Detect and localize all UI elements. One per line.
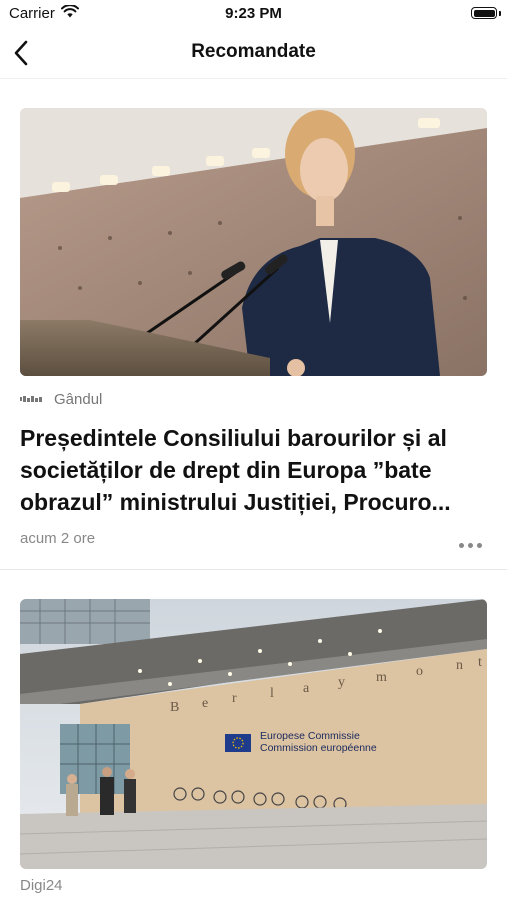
article-feed[interactable]: Gândul Președintele Consiliului barouril… [0, 79, 507, 894]
article-time: acum 2 ore [20, 530, 96, 547]
page-title: Recomandate [191, 41, 316, 62]
nav-bar: Recomandate [0, 28, 507, 79]
svg-text:l: l [270, 686, 274, 701]
svg-text:r: r [232, 691, 237, 706]
svg-text:y: y [338, 675, 345, 690]
svg-text:e: e [202, 696, 208, 711]
status-bar: Carrier 9:23 PM [0, 0, 507, 28]
svg-text:o: o [416, 664, 423, 679]
more-options-button[interactable] [459, 540, 485, 550]
ellipsis-icon [459, 542, 464, 548]
article-card[interactable]: Be r l a y m o n t Europese Commissie Commiss… [0, 570, 507, 894]
source-name: Digi24 [20, 877, 63, 894]
svg-text:n: n [456, 658, 463, 673]
battery-icon [471, 7, 497, 19]
status-time: 9:23 PM [225, 5, 282, 22]
svg-text:B: B [170, 700, 179, 715]
svg-text:m: m [376, 670, 387, 685]
article-image[interactable]: Be r l a y m o n t Europese Commissie Commiss… [20, 599, 487, 869]
svg-text:t: t [478, 655, 482, 670]
meta-row: acum 2 ore [20, 528, 487, 558]
source-row: Gândul [20, 388, 487, 410]
source-name: Gândul [54, 390, 103, 408]
source-logo-icon [20, 394, 42, 404]
article-image[interactable] [20, 108, 487, 376]
plaque-line-2: Commission européenne [260, 742, 377, 754]
article-headline[interactable]: Președintele Consiliului barourilor și a… [20, 422, 487, 518]
svg-text:a: a [303, 681, 310, 696]
battery-cap [499, 11, 501, 16]
plaque-line-1: Europese Commissie [260, 730, 360, 742]
article-card[interactable]: Gândul Președintele Consiliului barouril… [0, 79, 507, 558]
